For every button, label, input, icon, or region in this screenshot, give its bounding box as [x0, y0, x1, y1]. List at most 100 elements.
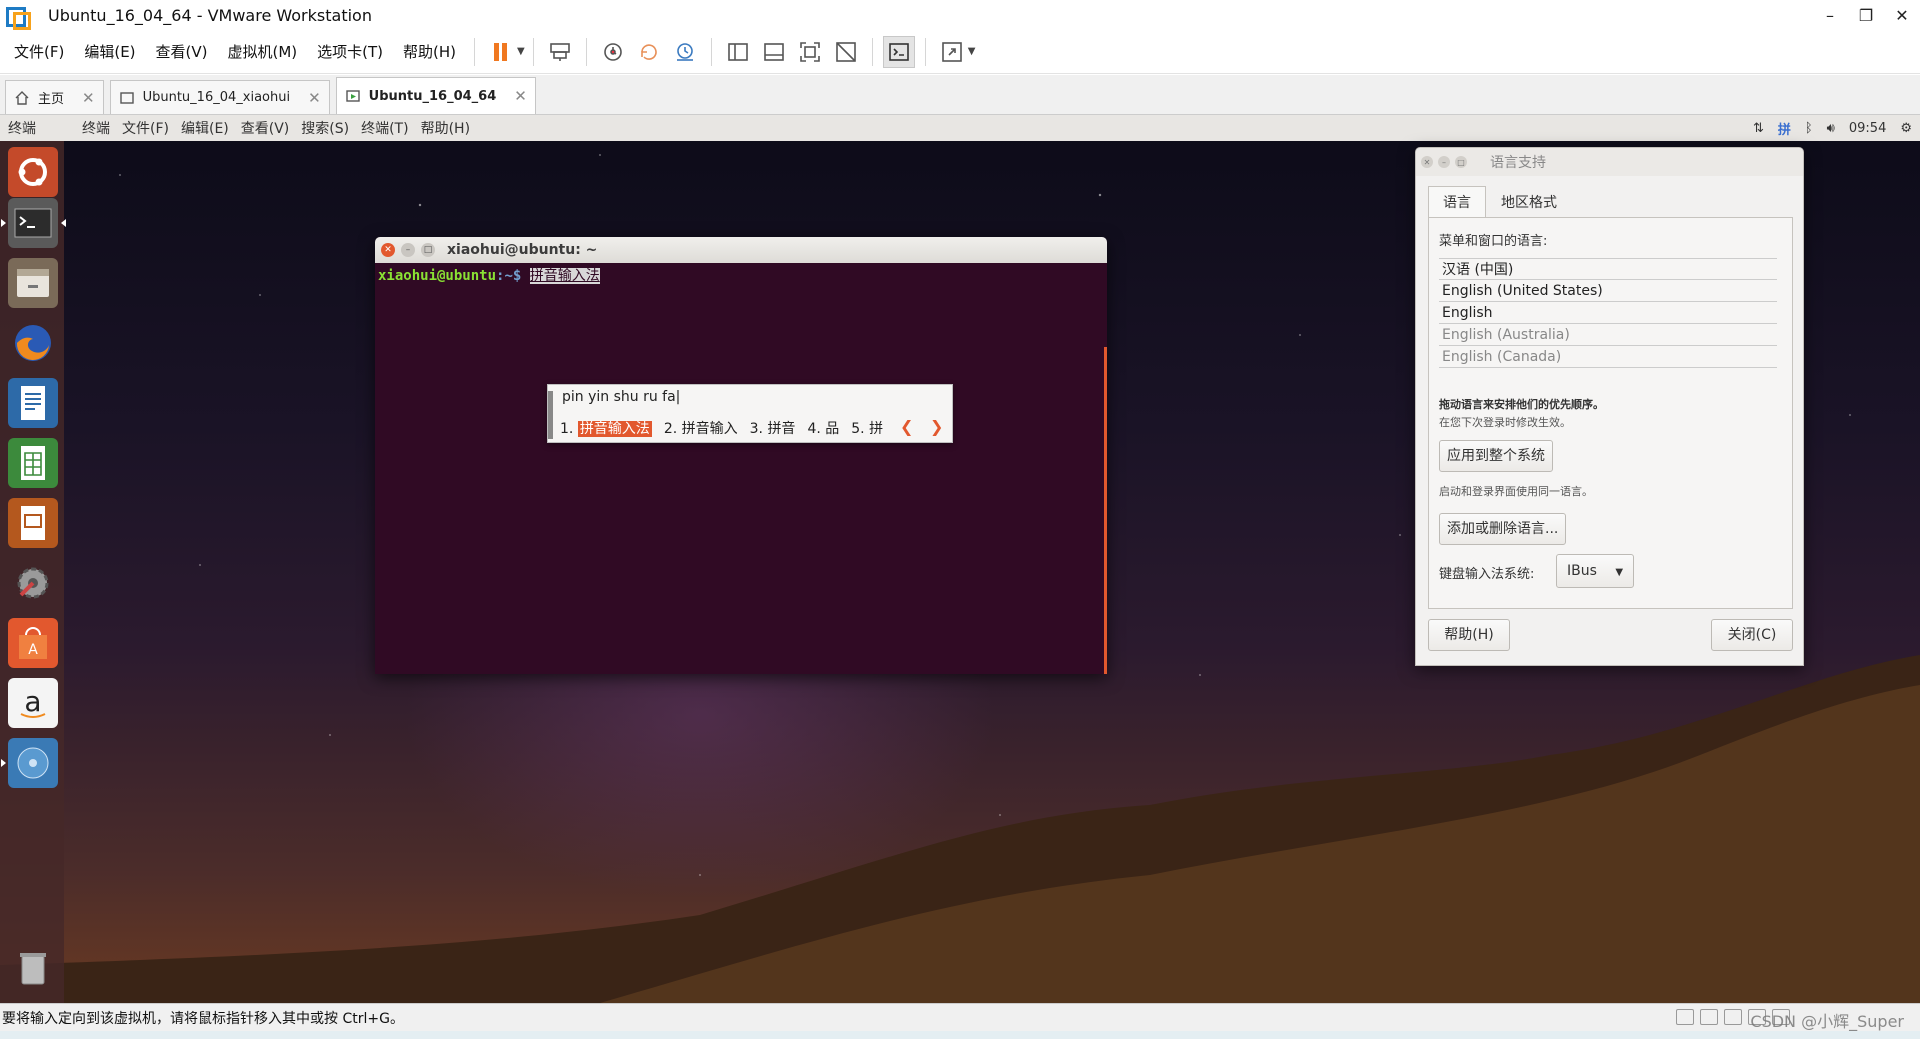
terminal-icon[interactable] [8, 198, 58, 248]
tab-ubuntu-xiaohui[interactable]: Ubuntu_16_04_xiaohui ✕ [109, 80, 330, 114]
network-icon[interactable]: ⇅ [1753, 121, 1764, 136]
show-thumbnail-button[interactable] [758, 36, 790, 68]
dash-icon[interactable] [8, 147, 58, 197]
volume-icon[interactable]: 🔊︎ [1827, 121, 1835, 136]
terminal-body[interactable]: xiaohui@ubuntu:~$ 拼音输入法 [375, 263, 1107, 287]
ime-next-page-icon[interactable]: ❯ [930, 417, 943, 436]
bluetooth-icon[interactable]: ᛒ [1805, 121, 1813, 136]
trash-icon[interactable] [8, 943, 58, 993]
panel-menu-file[interactable]: 文件(F) [122, 118, 169, 138]
menu-language-label: 菜单和窗口的语言: [1439, 234, 1548, 249]
pause-button[interactable] [485, 36, 517, 68]
maximize-button[interactable]: ❐ [1848, 0, 1884, 30]
menu-tabs[interactable]: 选项卡(T) [307, 37, 393, 67]
full-screen-button[interactable] [794, 36, 826, 68]
apply-system-wide-button[interactable]: 应用到整个系统 [1439, 440, 1553, 472]
ime-candidate[interactable]: 5. 拼 [851, 418, 883, 438]
writer-icon[interactable] [8, 378, 58, 428]
stretch-dropdown-icon[interactable]: ▼ [968, 46, 976, 57]
terminal-window[interactable]: ✕ – □ xiaohui@ubuntu: ~ xiaohui@ubuntu:~… [375, 237, 1107, 674]
show-library-button[interactable] [722, 36, 754, 68]
close-icon[interactable]: ✕ [82, 89, 95, 107]
tab-home[interactable]: 主页 ✕ [5, 80, 104, 114]
close-icon[interactable]: ✕ [514, 87, 527, 105]
terminal-minimize-button[interactable]: – [401, 243, 415, 257]
cd-rom-icon[interactable] [1700, 1009, 1718, 1025]
language-support-dialog[interactable]: ✕ – □ 语言支持 语言 地区格式 菜单和窗口的语言: 汉语 (中国) Eng… [1415, 147, 1804, 666]
settings-icon[interactable] [8, 558, 58, 608]
dialog-close-button[interactable]: ✕ [1421, 156, 1433, 168]
dialog-title: 语言支持 [1490, 155, 1546, 171]
list-item[interactable]: 汉语 (中国) [1439, 258, 1777, 280]
unity-mode-button[interactable] [830, 36, 862, 68]
console-view-button[interactable] [882, 35, 915, 68]
ime-candidate[interactable]: 1. 拼音输入法 [560, 418, 652, 438]
list-item[interactable]: English (Australia) [1439, 324, 1777, 346]
vmware-title-bar: Ubuntu_16_04_64 - VMware Workstation – ❐… [0, 0, 1920, 30]
panel-clock[interactable]: 09:54 [1849, 121, 1886, 136]
ime-prev-page-icon[interactable]: ❮ [900, 417, 913, 436]
menu-view[interactable]: 查看(V) [146, 37, 218, 67]
calc-icon[interactable] [8, 438, 58, 488]
snapshot-manager-button[interactable] [669, 36, 701, 68]
minimize-button[interactable]: – [1812, 0, 1848, 30]
keyboard-input-label: 键盘输入法系统: [1439, 567, 1535, 582]
menu-vm[interactable]: 虚拟机(M) [218, 37, 308, 67]
full-screen-icon [799, 41, 820, 62]
panel-menu-help[interactable]: 帮助(H) [421, 118, 470, 138]
network-adapter-icon[interactable] [1724, 1009, 1742, 1025]
firefox-icon[interactable] [8, 318, 58, 368]
panel-menu-search[interactable]: 搜索(S) [301, 118, 349, 138]
menu-file[interactable]: 文件(F) [4, 37, 74, 67]
panel-menu-terminal-t[interactable]: 终端(T) [361, 118, 408, 138]
panel-menu-view[interactable]: 查看(V) [241, 118, 290, 138]
terminal-close-button[interactable]: ✕ [381, 243, 395, 257]
menu-help[interactable]: 帮助(H) [393, 37, 466, 67]
tab-ubuntu-64[interactable]: Ubuntu_16_04_64 ✕ [335, 77, 536, 114]
help-button[interactable]: 帮助(H) [1428, 619, 1510, 651]
close-button[interactable]: 关闭(C) [1711, 619, 1793, 651]
amazon-icon[interactable]: a [8, 678, 58, 728]
dialog-minimize-button[interactable]: – [1438, 156, 1450, 168]
revert-snapshot-button[interactable] [633, 36, 665, 68]
input-method-icon[interactable]: 拼 [1778, 119, 1791, 138]
chevron-down-icon: ▼ [1615, 567, 1624, 578]
terminal-maximize-button[interactable]: □ [421, 243, 435, 257]
disk-icon[interactable] [8, 738, 58, 788]
system-gear-icon[interactable]: ⚙ [1900, 121, 1912, 136]
send-ctrl-alt-del-button[interactable] [544, 36, 576, 68]
panel-menu-terminal[interactable]: 终端 [82, 118, 110, 138]
terminal-title-bar[interactable]: ✕ – □ xiaohui@ubuntu: ~ [375, 237, 1107, 263]
ime-candidate[interactable]: 3. 拼音 [750, 418, 796, 438]
send-keys-icon [549, 42, 570, 61]
svg-text:a: a [24, 685, 41, 718]
hard-disk-icon[interactable] [1676, 1009, 1694, 1025]
tab-regional-formats[interactable]: 地区格式 [1486, 186, 1572, 218]
panel-menu-edit[interactable]: 编辑(E) [181, 118, 229, 138]
input-hint-text: 要将输入定向到该虚拟机，请将鼠标指针移入其中或按 Ctrl+G。 [2, 1010, 404, 1027]
list-item[interactable]: English (Canada) [1439, 346, 1777, 368]
files-icon[interactable] [8, 258, 58, 308]
tab-language[interactable]: 语言 [1428, 186, 1486, 218]
pause-dropdown-icon[interactable]: ▼ [517, 46, 525, 57]
snapshot-button[interactable] [597, 36, 629, 68]
dialog-maximize-button[interactable]: □ [1455, 156, 1467, 168]
menu-edit[interactable]: 编辑(E) [74, 37, 145, 67]
stretch-guest-button[interactable] [936, 36, 968, 68]
language-list[interactable]: 汉语 (中国) English (United States) English … [1439, 258, 1777, 368]
close-window-button[interactable]: ✕ [1884, 0, 1920, 30]
impress-icon[interactable] [8, 498, 58, 548]
add-remove-languages-button[interactable]: 添加或删除语言... [1439, 513, 1567, 545]
ime-candidate[interactable]: 4. 品 [807, 418, 839, 438]
list-item[interactable]: English (United States) [1439, 280, 1777, 302]
software-center-icon[interactable]: A [8, 618, 58, 668]
close-icon[interactable]: ✕ [308, 89, 321, 107]
terminal-scroll-indicator[interactable] [1104, 347, 1107, 674]
ime-drag-handle[interactable] [548, 391, 553, 439]
pause-icon [494, 42, 508, 61]
keyboard-input-select[interactable]: IBus ▼ [1556, 554, 1635, 588]
ime-candidate[interactable]: 2. 拼音输入 [664, 418, 738, 438]
dialog-title-bar[interactable]: ✕ – □ 语言支持 [1416, 148, 1803, 176]
list-item[interactable]: English [1439, 302, 1777, 324]
svg-text:A: A [28, 642, 38, 658]
